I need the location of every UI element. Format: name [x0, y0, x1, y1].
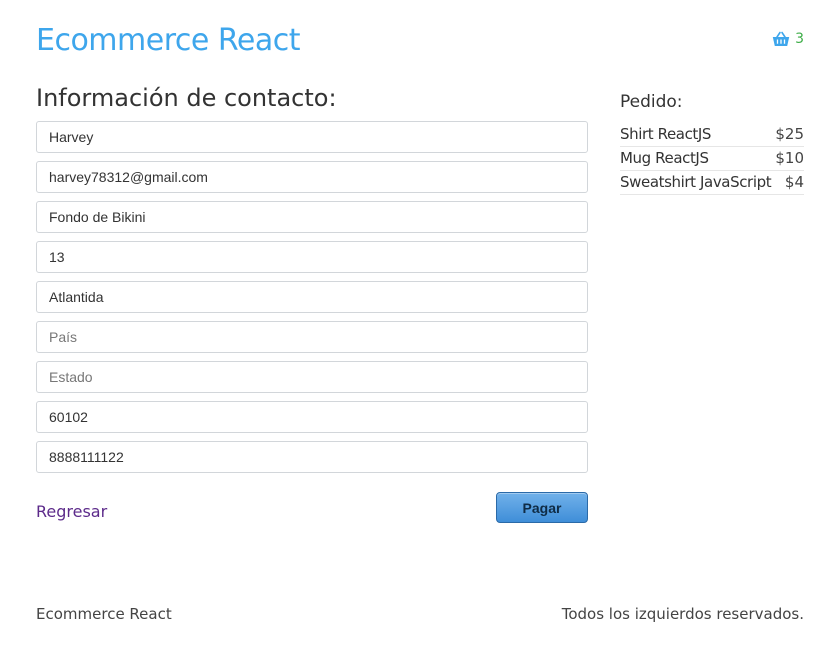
- footer-brand: Ecommerce React: [36, 605, 172, 623]
- order-item-name: Shirt ReactJS: [620, 125, 712, 143]
- brand-logo-link[interactable]: Ecommerce React: [36, 22, 300, 60]
- order-title: Pedido:: [620, 92, 683, 112]
- apartment-field[interactable]: [36, 241, 588, 273]
- order-item-name: Mug ReactJS: [620, 149, 709, 167]
- order-item: Mug ReactJS $10: [620, 147, 804, 171]
- order-item-price: $4: [784, 173, 804, 191]
- back-link[interactable]: Regresar: [36, 501, 107, 523]
- basket-icon: [772, 31, 790, 47]
- order-item-price: $10: [775, 149, 804, 167]
- order-item-price: $25: [775, 125, 804, 143]
- cart-count-badge: 3: [795, 31, 804, 47]
- order-item: Shirt ReactJS $25: [620, 123, 804, 147]
- page: Ecommerce React 3 Información de contact…: [0, 0, 840, 663]
- city-field[interactable]: [36, 281, 588, 313]
- footer-copyright: Todos los izquierdos reservados.: [561, 605, 804, 623]
- country-field[interactable]: [36, 321, 588, 353]
- pay-button[interactable]: Pagar: [496, 492, 588, 523]
- contact-info-title: Información de contacto:: [36, 84, 337, 112]
- phone-field[interactable]: [36, 441, 588, 473]
- postal-code-field[interactable]: [36, 401, 588, 433]
- cart-button[interactable]: 3: [772, 30, 804, 48]
- header: Ecommerce React 3: [36, 20, 804, 64]
- email-field[interactable]: [36, 161, 588, 193]
- name-field[interactable]: [36, 121, 588, 153]
- address-field[interactable]: [36, 201, 588, 233]
- state-field[interactable]: [36, 361, 588, 393]
- order-item: Sweatshirt JavaScript $4: [620, 171, 804, 195]
- order-item-name: Sweatshirt JavaScript: [620, 173, 772, 191]
- contact-form: [36, 121, 588, 481]
- order-summary: Pedido: Shirt ReactJS $25 Mug ReactJS $1…: [620, 90, 804, 195]
